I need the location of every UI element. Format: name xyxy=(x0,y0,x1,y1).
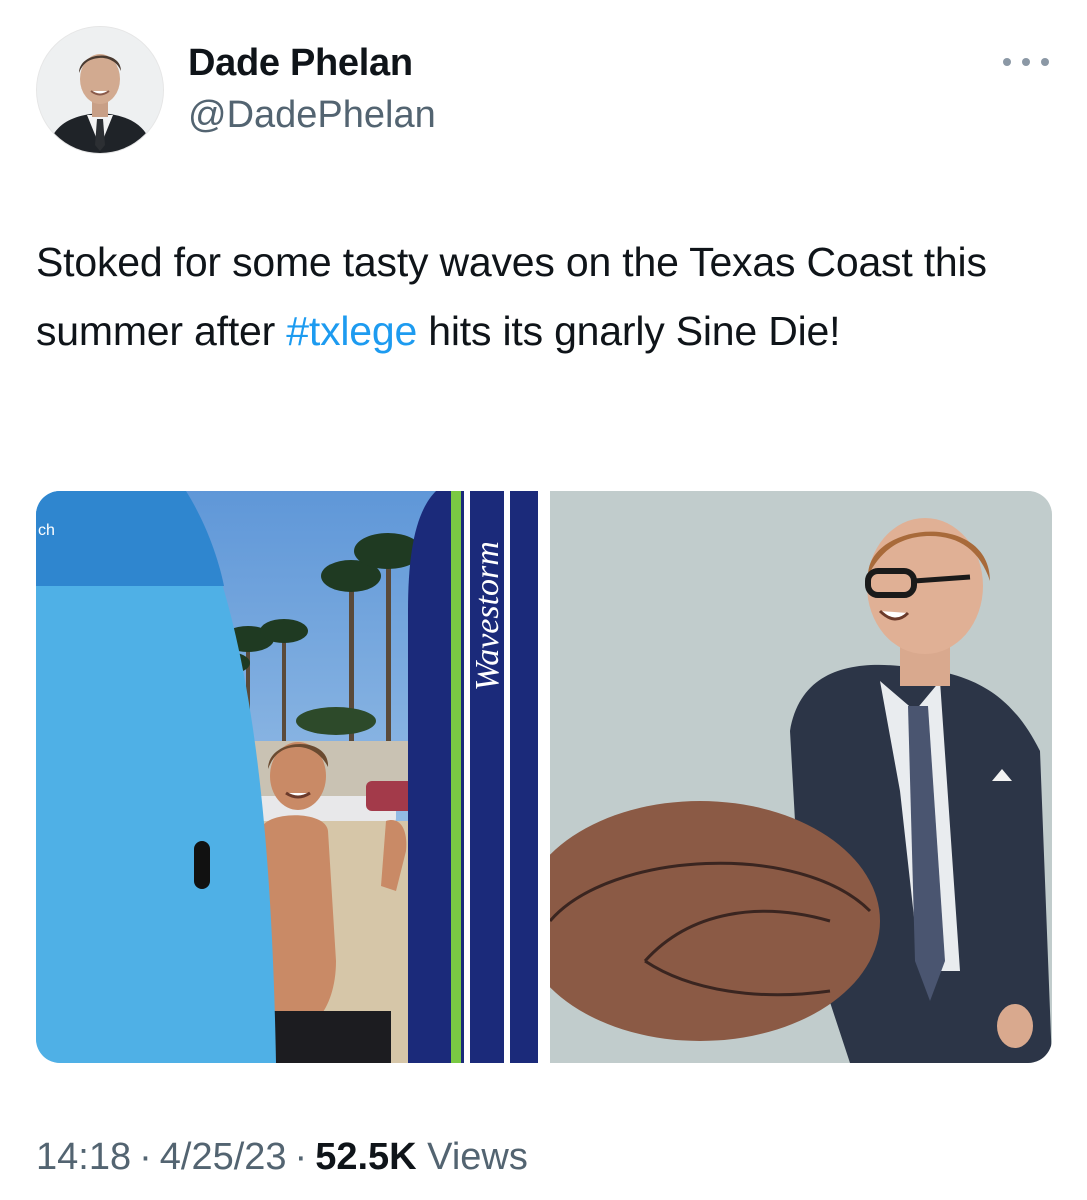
author-name[interactable]: Dade Phelan xyxy=(188,42,413,85)
more-options-icon[interactable] xyxy=(1003,52,1049,72)
dot xyxy=(1041,58,1049,66)
dot xyxy=(1003,58,1011,66)
tweet-time[interactable]: 14:18 xyxy=(36,1136,131,1178)
author-avatar[interactable] xyxy=(36,26,164,154)
suit-surfboard-photo xyxy=(550,491,1052,1063)
tweet-text-after: hits its gnarly Sine Die! xyxy=(417,308,841,354)
beach-surfboards-photo: ch Wavestorm xyxy=(36,491,538,1063)
media-photo-surfboards[interactable]: ch Wavestorm xyxy=(36,491,538,1063)
tweet-meta: 14:18 · 4/25/23 · 52.5K Views xyxy=(36,1136,528,1179)
tweet-media-grid: ch Wavestorm xyxy=(36,491,1052,1063)
views-label: Views xyxy=(427,1136,528,1178)
author-handle[interactable]: @DadePhelan xyxy=(188,94,436,137)
views-count[interactable]: 52.5K xyxy=(315,1136,416,1178)
meta-separator: · xyxy=(294,1136,308,1178)
tweet-text: Stoked for some tasty waves on the Texas… xyxy=(36,228,1066,366)
avatar-portrait-image xyxy=(37,27,163,153)
board-corner-text: ch xyxy=(38,522,55,539)
media-photo-suit-surfboard[interactable] xyxy=(550,491,1052,1063)
tweet-date[interactable]: 4/25/23 xyxy=(160,1136,287,1178)
hashtag-link[interactable]: #txlege xyxy=(286,308,417,354)
board-brand-text: Wavestorm xyxy=(469,541,506,691)
meta-separator: · xyxy=(139,1136,152,1178)
dot xyxy=(1022,58,1030,66)
